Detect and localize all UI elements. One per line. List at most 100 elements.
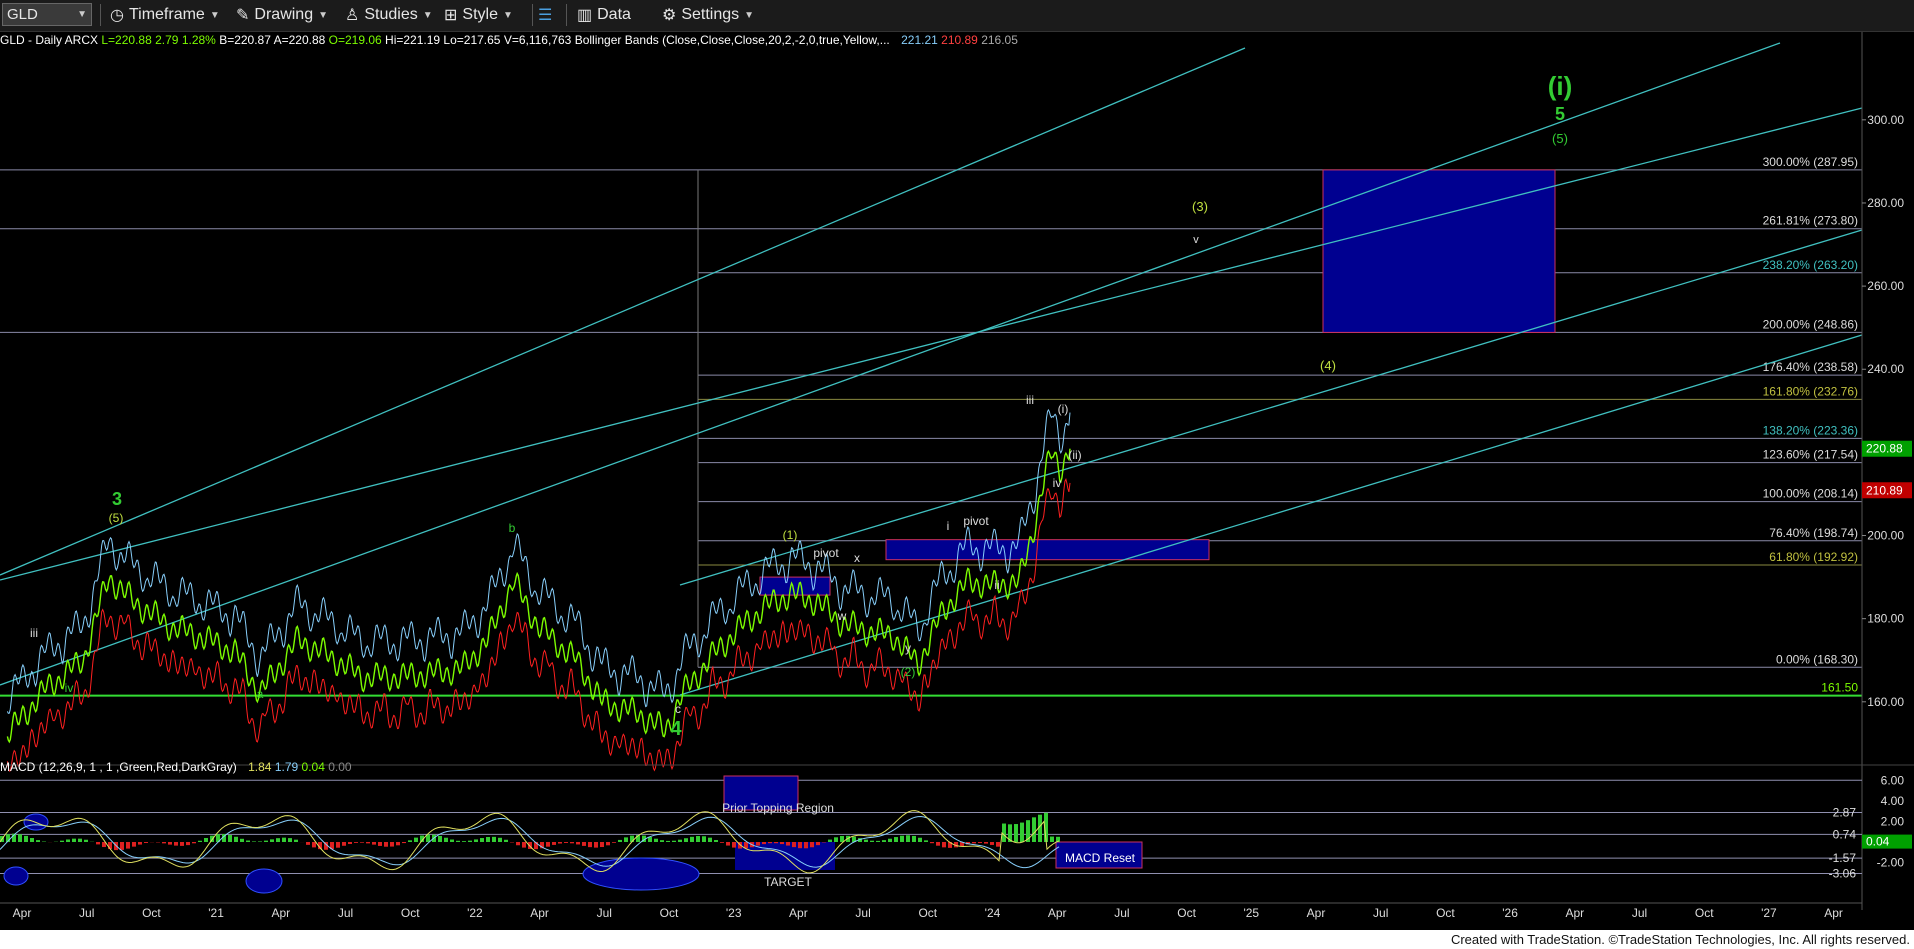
macd-histogram-bar [438, 835, 442, 842]
macd-histogram-bar [912, 835, 916, 842]
time-tick-label: Oct [1695, 906, 1714, 920]
macd-histogram-bar [444, 837, 448, 842]
credit-text: Created with TradeStation. ©TradeStation… [1450, 932, 1910, 947]
macd-histogram-bar [702, 836, 706, 842]
fib-label: 200.00% (248.86) [1763, 317, 1858, 331]
macd-ellipse [245, 868, 283, 894]
macd-histogram-bar [312, 842, 316, 848]
macd-histogram-bar [606, 842, 610, 846]
time-axis: Apr Jul Oct '21 Apr Jul Oct '22 Apr Jul Oct '23 Apr J… [0, 902, 1862, 920]
macd-histogram-bar [810, 842, 814, 848]
macd-label: MACD (12,26,9, 1 , 1 ,Green,Red,DarkGray… [0, 760, 237, 774]
fib-label: 300.00% (287.95) [1763, 155, 1858, 169]
macd-histogram-bar [816, 842, 820, 846]
time-tick-label: Jul [855, 906, 870, 920]
macd-histogram-bar [576, 842, 580, 845]
wave-label: w [837, 609, 847, 623]
price-tick-label: 260.00 [1867, 279, 1904, 293]
time-tick-label: Jul [1373, 906, 1388, 920]
fib-levels: 300.00% (287.95) 261.81% (273.80) 238.20% … [0, 155, 1862, 697]
macd-histogram-bar [588, 842, 592, 848]
time-tick-label: '23 [726, 906, 742, 920]
macd-histogram-bar [342, 842, 346, 846]
wave-label: (5) [1552, 131, 1568, 146]
time-tick-label: Apr [530, 906, 549, 920]
macd-ellipse [3, 866, 29, 886]
time-tick-label: Oct [1436, 906, 1455, 920]
macd-histogram-bar [186, 842, 190, 846]
wave-label: 4 [670, 718, 682, 740]
time-tick-label: '26 [1502, 906, 1518, 920]
price-series [6, 408, 1071, 772]
macd-histogram-bar [468, 840, 472, 842]
macd-histogram-bar [516, 842, 520, 846]
macd-histogram-bar [348, 842, 352, 845]
price-chart[interactable]: 300.00% (287.95) 261.81% (273.80) 238.20% … [0, 0, 1914, 930]
time-tick-label: '21 [208, 906, 224, 920]
macd-histogram-bar [696, 836, 700, 842]
macd-histogram-bar [360, 842, 364, 843]
macd-histogram-bar [474, 839, 478, 842]
macd-histogram-bar [870, 840, 874, 842]
time-tick-label: Apr [789, 906, 808, 920]
time-tick-label: Oct [142, 906, 161, 920]
macd-histogram-bar [666, 840, 670, 842]
macd-histogram-bar [582, 842, 586, 846]
wave-label: ii [994, 578, 999, 592]
macd-histogram-bar [30, 838, 34, 842]
macd-histogram-bar [660, 840, 664, 842]
fib-label: 138.20% (223.36) [1763, 423, 1858, 437]
macd-histogram-bar [276, 838, 280, 842]
macd-histogram-bar [504, 839, 508, 842]
macd-histogram-bar [354, 842, 358, 843]
macd-histogram-bar [414, 837, 418, 842]
macd-histogram-bar [732, 842, 736, 848]
macd-histogram-bar [1050, 836, 1054, 842]
macd-ellipse [582, 857, 700, 891]
wave-label: a [257, 687, 264, 701]
macd-tick-label: 4.00 [1881, 794, 1905, 808]
macd-histogram-bar [96, 842, 100, 845]
macd-histogram-bar [600, 842, 604, 848]
macd-histogram-bar [624, 837, 628, 842]
macd-histogram-bar [936, 842, 940, 846]
macd-histogram-bar [270, 839, 274, 842]
macd-histogram-bar [684, 838, 688, 842]
time-tick-label: Apr [1048, 906, 1067, 920]
fib-label: 61.80% (192.92) [1769, 550, 1858, 564]
wave-label: b [509, 521, 516, 535]
time-tick-label: Jul [338, 906, 353, 920]
macd-histogram-bar [930, 842, 934, 844]
macd-histogram-bar [756, 842, 760, 846]
macd-histogram-bar [876, 840, 880, 842]
macd-histogram-bar [690, 836, 694, 842]
wave-label: iii [1026, 393, 1034, 407]
macd-histogram-bar [456, 840, 460, 842]
fib-label: 100.00% (208.14) [1763, 487, 1858, 501]
macd-histogram-bar [894, 837, 898, 842]
time-tick-label: Jul [597, 906, 612, 920]
macd-histogram-bar [480, 838, 484, 842]
macd-histogram-bar [252, 841, 256, 842]
support-label: 161.50 [1821, 681, 1858, 695]
macd-histogram-bar [840, 835, 844, 842]
wave-label: 3 [112, 489, 122, 509]
macd-histogram-bar [498, 837, 502, 842]
wave-label: v [1193, 234, 1199, 246]
macd-histogram-bar [258, 841, 262, 842]
macd-histogram-bar [66, 839, 70, 842]
macd-annotation: MACD Reset [1065, 851, 1136, 865]
macd-histogram-bar [768, 842, 772, 844]
macd-tick-label: 2.00 [1881, 814, 1905, 828]
price-tick-label: 280.00 [1867, 196, 1904, 210]
time-tick-label: Jul [79, 906, 94, 920]
macd-histogram-bar [1032, 817, 1036, 842]
macd-histogram-bar [264, 840, 268, 842]
macd-histogram-bar [144, 842, 148, 843]
fib-label: 261.81% (273.80) [1763, 214, 1858, 228]
time-tick-label: Apr [13, 906, 32, 920]
last-price-badge-label: 220.88 [1866, 442, 1903, 456]
macd-badge-label: 0.04 [1866, 835, 1890, 849]
macd-histogram-bar [372, 842, 376, 845]
time-tick-label: '22 [467, 906, 483, 920]
